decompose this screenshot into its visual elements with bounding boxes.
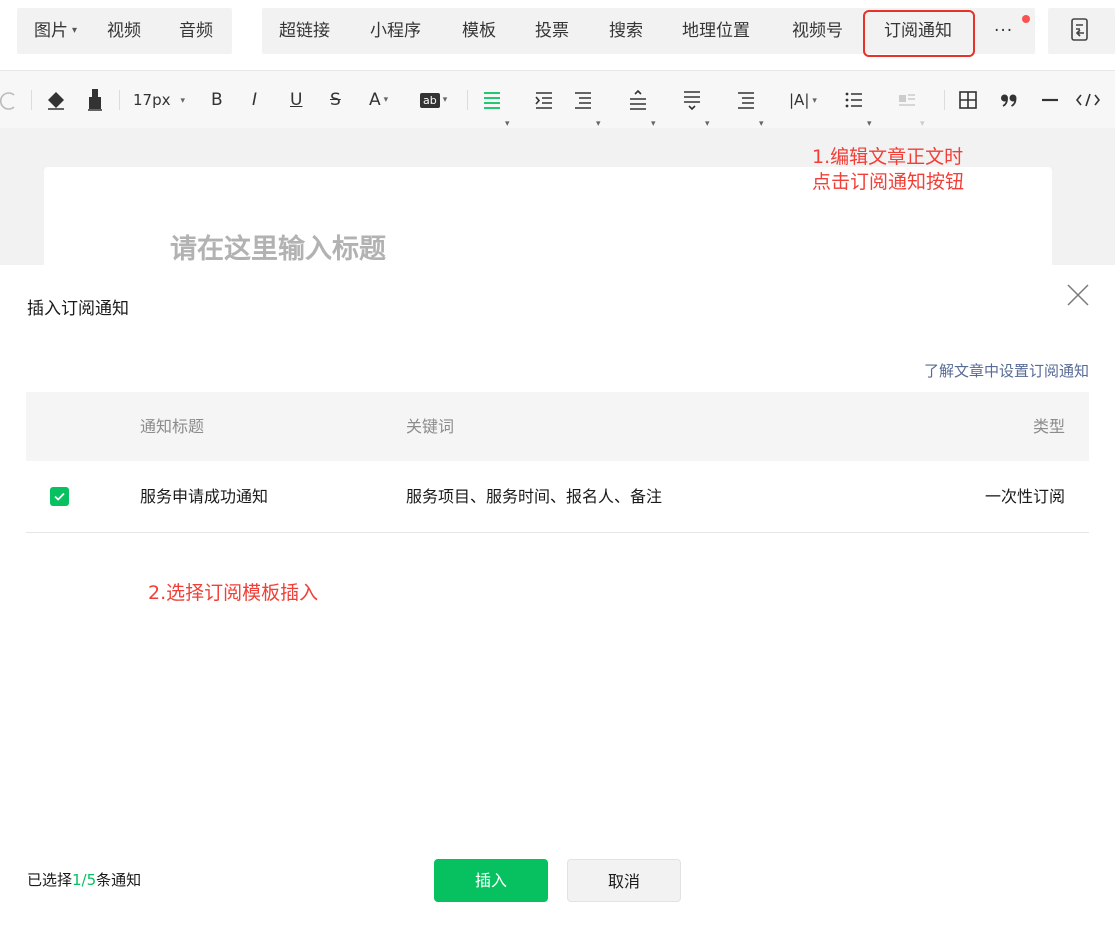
insert-button[interactable]: 插入 <box>434 859 548 902</box>
annotation-step2: 2.选择订阅模板插入 <box>148 582 319 604</box>
letter-spacing-button[interactable]: |A| ▾ <box>789 71 817 129</box>
close-button[interactable] <box>1066 283 1090 307</box>
bold-button[interactable]: B <box>211 71 223 129</box>
menu-mini-program[interactable]: 小程序 <box>370 8 421 54</box>
code-icon <box>1075 93 1101 107</box>
menu-hyperlink[interactable]: 超链接 <box>279 8 330 54</box>
spacing-after-icon <box>684 91 700 111</box>
align-button[interactable]: ▾ <box>482 71 510 129</box>
align-left-icon <box>484 92 500 109</box>
line-height-button[interactable]: ▾ <box>736 71 764 129</box>
menu-image-label: 图片 <box>34 21 68 41</box>
bg-color-button[interactable]: ab ▾ <box>420 71 447 129</box>
dialog-title: 插入订阅通知 <box>27 299 129 319</box>
row-keywords: 服务项目、服务时间、报名人、备注 <box>406 487 663 506</box>
table-icon <box>959 91 977 109</box>
selection-number: 1/5 <box>72 871 97 889</box>
annotation-step1-line2: 点击订阅通知按钮 <box>812 171 965 193</box>
menu-template[interactable]: 模板 <box>462 8 496 54</box>
column-header-title: 通知标题 <box>140 417 205 436</box>
horizontal-rule-icon <box>1042 98 1058 102</box>
list-button[interactable]: ▾ <box>844 71 872 129</box>
menu-video[interactable]: 视频 <box>107 8 141 54</box>
menu-more[interactable]: ··· <box>994 8 1013 54</box>
selection-prefix: 已选择 <box>27 871 73 889</box>
chevron-down-icon: ▾ <box>383 95 389 105</box>
format-painter-button[interactable] <box>86 71 106 129</box>
check-icon <box>54 492 65 501</box>
table-row[interactable]: 服务申请成功通知 服务项目、服务时间、报名人、备注 一次性订阅 <box>26 461 1089 533</box>
underline-button[interactable]: U <box>290 71 302 129</box>
collapse-panel-button[interactable] <box>1070 17 1092 45</box>
article-title-placeholder[interactable]: 请在这里输入标题 <box>170 230 386 266</box>
chevron-down-icon: ▾ <box>442 95 448 105</box>
menu-channels[interactable]: 视频号 <box>792 8 843 54</box>
menu-audio[interactable]: 音频 <box>179 8 213 54</box>
eraser-icon <box>48 92 64 110</box>
menu-search[interactable]: 搜索 <box>609 8 643 54</box>
notification-dot <box>1022 15 1030 23</box>
brush-icon <box>88 89 102 111</box>
menu-image[interactable]: 图片 ▾ <box>34 8 77 54</box>
font-color-button[interactable]: A ▾ <box>369 71 388 129</box>
row-title: 服务申请成功通知 <box>140 487 269 506</box>
chevron-down-icon: ▾ <box>72 25 78 36</box>
subscribe-notice-highlight <box>863 10 975 57</box>
row-type: 一次性订阅 <box>984 487 1065 506</box>
menu-vote[interactable]: 投票 <box>535 8 569 54</box>
bullet-list-icon <box>845 92 862 108</box>
font-size-value: 17px <box>133 91 171 109</box>
document-exit-icon <box>1071 18 1088 41</box>
selection-count: 已选择1/5条通知 <box>27 869 141 890</box>
menu-location[interactable]: 地理位置 <box>682 8 750 54</box>
redo-icon <box>0 92 15 110</box>
spacing-before-button[interactable]: ▾ <box>628 71 656 129</box>
paragraph-indent-icon <box>575 92 591 109</box>
cancel-button[interactable]: 取消 <box>567 859 681 902</box>
annotation-step1-line1: 1.编辑文章正文时 <box>812 146 964 168</box>
redo-button[interactable] <box>0 71 16 129</box>
selection-suffix: 条通知 <box>96 871 142 889</box>
strikethrough-button[interactable]: S <box>330 71 341 129</box>
toolbar-divider <box>467 90 468 110</box>
font-color-label: A <box>369 90 381 110</box>
insert-menu-bar: 图片 ▾ 视频 音频 超链接 小程序 模板 投票 搜索 地理位置 视频号 订阅通知… <box>0 0 1115 64</box>
blockquote-button[interactable] <box>1000 71 1018 129</box>
toolbar-divider <box>31 90 32 110</box>
indent-icon <box>535 92 552 109</box>
source-code-button[interactable] <box>1075 71 1101 129</box>
quote-icon <box>1001 94 1017 107</box>
spacing-before-icon <box>630 89 646 110</box>
font-size-select[interactable]: 17px ▾ <box>133 71 185 129</box>
toolbar-divider <box>119 90 120 110</box>
letter-spacing-label: |A| <box>789 91 810 109</box>
italic-button[interactable]: I <box>252 71 257 129</box>
float-layout-button[interactable]: ▾ <box>897 71 925 129</box>
clear-format-button[interactable] <box>44 71 68 129</box>
line-height-icon <box>738 92 754 109</box>
column-header-type: 类型 <box>1032 417 1065 436</box>
insert-table-button[interactable] <box>958 71 978 129</box>
annotation-step1: 1.编辑文章正文时 点击订阅通知按钮 <box>812 145 964 195</box>
chevron-down-icon: ▾ <box>812 95 817 106</box>
chevron-down-icon: ▾ <box>180 95 186 106</box>
column-header-keywords: 关键词 <box>406 417 455 436</box>
indent-button[interactable] <box>534 71 554 129</box>
float-image-icon <box>899 94 915 106</box>
paragraph-spacing-button[interactable]: ▾ <box>573 71 601 129</box>
format-toolbar: 17px ▾ B I U S A ▾ ab ▾ ▾ ▾ ▾ ▾ ▾ |A| ▾ ▾ ▾ <box>0 70 1115 130</box>
spacing-after-button[interactable]: ▾ <box>682 71 710 129</box>
toolbar-divider <box>944 90 945 110</box>
bg-color-label: ab <box>420 92 440 108</box>
table-header: 通知标题 关键词 类型 <box>26 392 1089 461</box>
divider-line-button[interactable] <box>1040 71 1060 129</box>
help-link[interactable]: 了解文章中设置订阅通知 <box>924 360 1089 381</box>
close-icon <box>1067 284 1089 306</box>
row-checkbox[interactable] <box>50 487 69 506</box>
